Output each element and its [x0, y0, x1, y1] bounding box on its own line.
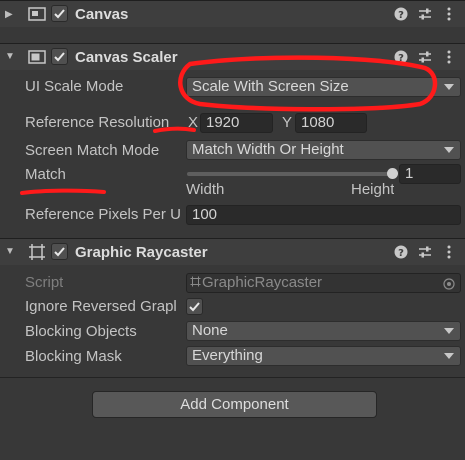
ui-scale-mode-label: UI Scale Mode — [25, 78, 124, 95]
ignore-reversed-graphics-label: Ignore Reversed Grapl — [25, 298, 177, 315]
reference-resolution-y-label[interactable]: Y — [282, 114, 292, 131]
graphic-raycaster-component-icon — [28, 243, 46, 261]
add-component-button[interactable]: Add Component — [92, 391, 377, 418]
ui-scale-mode-dropdown[interactable]: Scale With Screen Size — [186, 77, 461, 97]
screen-match-mode-label: Screen Match Mode — [25, 142, 160, 159]
blocking-objects-dropdown[interactable]: None — [186, 321, 461, 341]
match-underline-annotation — [20, 188, 106, 195]
graphic-raycaster-enabled-checkbox[interactable] — [51, 243, 68, 260]
more-options-icon[interactable] — [441, 6, 457, 22]
svg-text:?: ? — [398, 248, 404, 259]
blocking-mask-label: Blocking Mask — [25, 348, 122, 365]
match-slider-track[interactable] — [187, 172, 392, 176]
svg-text:?: ? — [398, 10, 404, 21]
reference-resolution-label: Reference Resolution — [25, 114, 170, 131]
more-options-icon[interactable] — [441, 244, 457, 260]
screen-match-mode-dropdown[interactable]: Match Width Or Height — [186, 140, 461, 160]
script-object-field[interactable]: GraphicRaycaster — [186, 273, 461, 293]
checkmark-icon — [54, 247, 65, 257]
ui-scale-mode-value: Scale With Screen Size — [192, 78, 349, 95]
reference-pixels-per-unit-field[interactable]: 100 — [186, 205, 461, 225]
help-icon[interactable]: ? — [393, 6, 409, 22]
separator — [0, 377, 465, 378]
presets-icon[interactable] — [417, 244, 433, 260]
reference-resolution-x-label[interactable]: X — [188, 114, 198, 131]
canvas-scaler-component-icon — [28, 48, 46, 66]
foldout-collapsed-icon[interactable]: ▶ — [5, 10, 15, 20]
match-slider-thumb[interactable] — [386, 168, 398, 179]
blocking-objects-value: None — [192, 322, 228, 339]
blocking-mask-value: Everything — [192, 347, 263, 364]
ignore-reversed-graphics-checkbox[interactable] — [186, 298, 203, 315]
help-icon[interactable]: ? — [393, 49, 409, 65]
checkmark-icon — [189, 302, 200, 312]
chevron-down-icon — [444, 328, 454, 334]
presets-icon[interactable] — [417, 49, 433, 65]
match-max-label: Height — [351, 181, 395, 198]
blocking-mask-dropdown[interactable]: Everything — [186, 346, 461, 366]
chevron-down-icon — [444, 147, 454, 153]
script-value: GraphicRaycaster — [202, 274, 323, 291]
graphic-raycaster-title: Graphic Raycaster — [75, 244, 208, 261]
chevron-down-icon — [444, 84, 454, 90]
checkmark-icon — [54, 9, 65, 19]
chevron-down-icon — [444, 353, 454, 359]
script-label: Script — [25, 274, 64, 291]
canvas-component-icon — [28, 5, 46, 23]
canvas-scaler-title: Canvas Scaler — [75, 49, 178, 66]
foldout-expanded-icon[interactable]: ▼ — [5, 247, 15, 257]
help-icon[interactable]: ? — [393, 244, 409, 260]
script-component-icon — [190, 274, 202, 292]
checkmark-icon — [54, 52, 65, 62]
reference-pixels-per-unit-label: Reference Pixels Per U — [25, 206, 181, 223]
canvas-title: Canvas — [75, 6, 129, 23]
presets-icon[interactable] — [417, 6, 433, 22]
match-label: Match — [25, 166, 66, 183]
reference-resolution-x-field[interactable]: 1920 — [200, 113, 273, 133]
object-picker-icon[interactable] — [443, 277, 455, 292]
graphic-raycaster-component-header[interactable]: ▼ Graphic Raycaster ? — [0, 238, 465, 265]
reference-resolution-y-field[interactable]: 1080 — [295, 113, 367, 133]
canvas-enabled-checkbox[interactable] — [51, 5, 68, 22]
canvas-scaler-component-header[interactable]: ▼ Canvas Scaler ? — [0, 43, 465, 70]
match-value-field[interactable]: 1 — [399, 164, 461, 184]
screen-match-mode-value: Match Width Or Height — [192, 141, 344, 158]
canvas-component-header[interactable]: ▶ Canvas ? — [0, 0, 465, 27]
svg-text:?: ? — [398, 53, 404, 64]
canvas-scaler-enabled-checkbox[interactable] — [51, 48, 68, 65]
foldout-expanded-icon[interactable]: ▼ — [5, 52, 15, 62]
inspector-panel: ▶ Canvas ? ▼ Canvas Scaler ? UI Scale Mo… — [0, 0, 465, 460]
more-options-icon[interactable] — [441, 49, 457, 65]
blocking-objects-label: Blocking Objects — [25, 323, 137, 340]
match-min-label: Width — [186, 181, 225, 198]
